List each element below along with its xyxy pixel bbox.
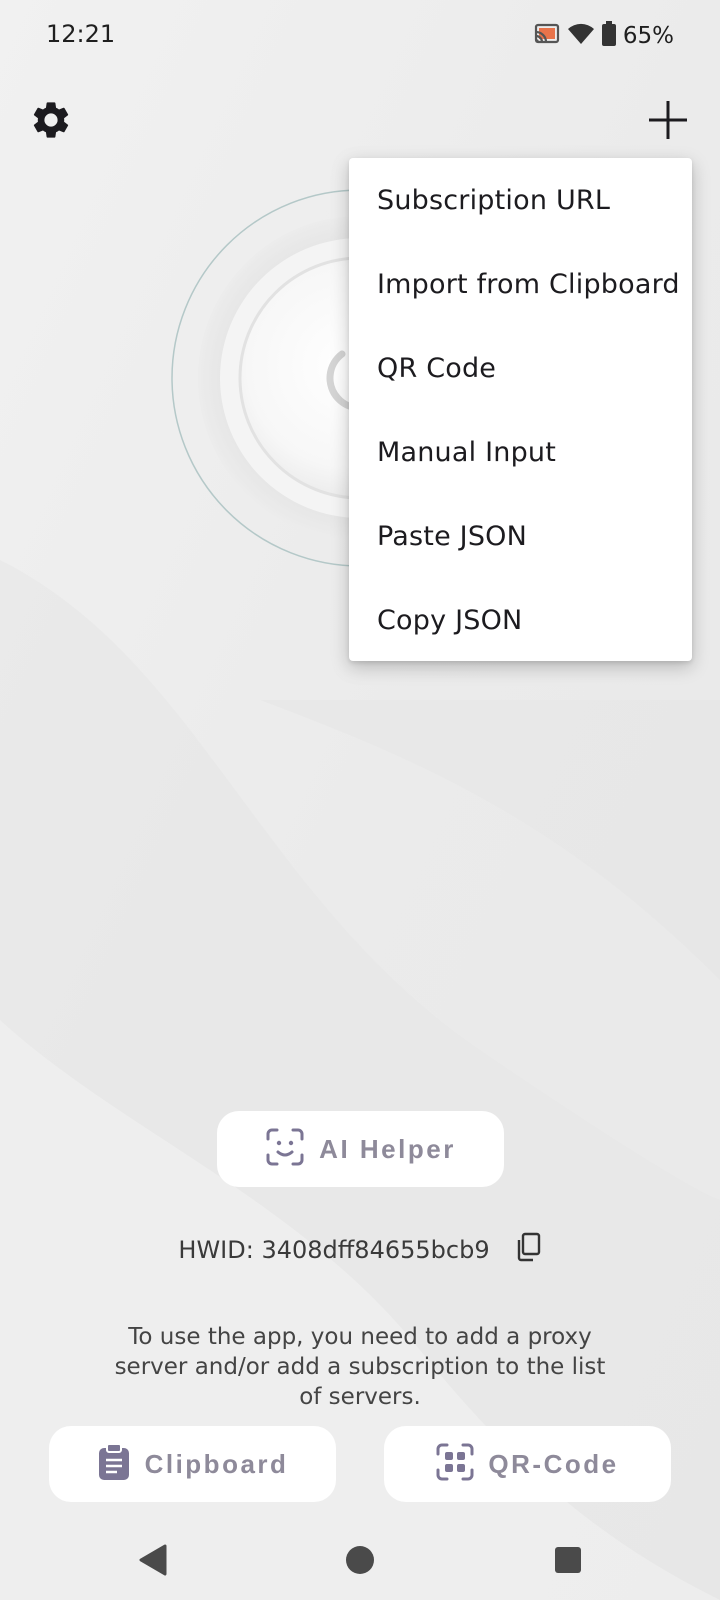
qr-code-button[interactable]: QR-Code: [384, 1426, 671, 1502]
hwid-text: HWID: 3408dff84655bcb9: [178, 1235, 490, 1264]
menu-item-paste-json[interactable]: Paste JSON: [349, 494, 692, 578]
battery-percentage: 65%: [622, 23, 674, 49]
gear-icon[interactable]: [23, 92, 79, 148]
back-icon[interactable]: [133, 1540, 173, 1580]
clipboard-icon: [97, 1442, 131, 1486]
hwid-row: HWID: 3408dff84655bcb9: [0, 1232, 720, 1267]
clipboard-button[interactable]: Clipboard: [49, 1426, 336, 1502]
face-scan-icon: [265, 1127, 305, 1172]
ai-helper-button[interactable]: AI Helper: [217, 1111, 504, 1187]
home-icon[interactable]: [340, 1540, 380, 1580]
recents-icon[interactable]: [548, 1540, 588, 1580]
status-time: 12:21: [46, 20, 116, 48]
menu-item-subscription-url[interactable]: Subscription URL: [349, 158, 692, 242]
menu-item-qr-code[interactable]: QR Code: [349, 326, 692, 410]
menu-item-copy-json[interactable]: Copy JSON: [349, 578, 692, 662]
copy-icon[interactable]: [514, 1232, 542, 1267]
status-bar: 12:21 65%: [0, 0, 720, 72]
status-icons: 65%: [533, 20, 674, 52]
wifi-icon: [567, 22, 595, 51]
ai-helper-label: AI Helper: [319, 1133, 456, 1164]
qr-code-icon: [436, 1443, 474, 1486]
battery-icon: [601, 20, 617, 52]
navigation-bar: [0, 1520, 720, 1600]
empty-state-message: To use the app, you need to add a proxy …: [114, 1324, 606, 1410]
clipboard-label: Clipboard: [144, 1448, 289, 1479]
plus-icon[interactable]: [640, 92, 696, 148]
menu-item-manual-input[interactable]: Manual Input: [349, 410, 692, 494]
cast-icon: [533, 22, 561, 51]
menu-item-import-from-clipboard[interactable]: Import from Clipboard: [349, 242, 692, 326]
qr-code-label: QR-Code: [488, 1448, 619, 1479]
add-menu: Subscription URL Import from Clipboard Q…: [349, 158, 692, 661]
